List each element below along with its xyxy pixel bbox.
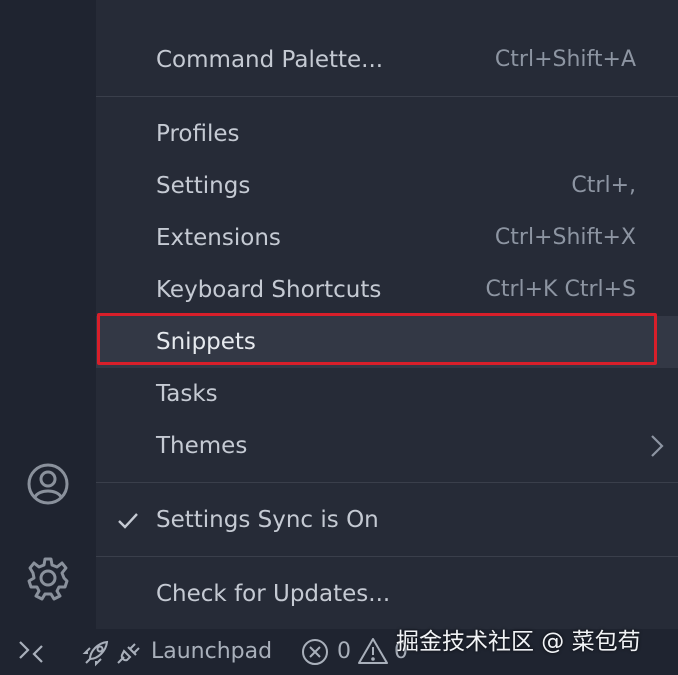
menu-item-label: Tasks	[156, 381, 218, 407]
gear-icon[interactable]	[24, 554, 72, 602]
menu-separator	[96, 556, 678, 557]
menu-item-label: Themes	[156, 433, 248, 459]
check-icon	[118, 513, 138, 529]
rocket-icon[interactable]	[82, 637, 112, 667]
menu-item-snippets[interactable]: Snippets	[96, 316, 678, 368]
menu-separator	[96, 482, 678, 483]
menu-item-label: Snippets	[156, 329, 256, 355]
menu-item-shortcut: Ctrl+Shift+X	[494, 225, 636, 250]
menu-item-keyboard-shortcuts[interactable]: Keyboard Shortcuts Ctrl+K Ctrl+S	[96, 264, 678, 316]
menu-item-label: Profiles	[156, 121, 240, 147]
vscode-window: Command Palette... Ctrl+Shift+A Profiles…	[0, 0, 678, 675]
menu-item-shortcut: Ctrl+,	[571, 173, 636, 198]
menu-item-command-palette[interactable]: Command Palette... Ctrl+Shift+A	[96, 34, 678, 86]
menu-top-strip	[96, 0, 678, 26]
remote-icon[interactable]	[14, 638, 48, 666]
launchpad-label[interactable]: Launchpad	[151, 629, 272, 675]
plug-icon[interactable]	[114, 637, 144, 667]
menu-item-profiles[interactable]: Profiles	[96, 108, 678, 160]
manage-menu: Command Palette... Ctrl+Shift+A Profiles…	[96, 0, 678, 629]
menu-item-label: Settings Sync is On	[156, 507, 379, 533]
menu-item-label: Settings	[156, 173, 251, 199]
menu-item-settings-sync[interactable]: Settings Sync is On	[96, 494, 678, 546]
menu-item-check-updates[interactable]: Check for Updates...	[96, 568, 678, 620]
menu-item-settings[interactable]: Settings Ctrl+,	[96, 160, 678, 212]
menu-separator	[96, 96, 678, 97]
chevron-right-icon	[651, 435, 664, 457]
menu-item-label: Keyboard Shortcuts	[156, 277, 382, 303]
warning-icon[interactable]	[357, 636, 389, 666]
menu-item-label: Check for Updates...	[156, 581, 391, 607]
error-count[interactable]: 0	[337, 629, 351, 675]
menu-item-shortcut: Ctrl+K Ctrl+S	[485, 277, 636, 302]
menu-item-themes[interactable]: Themes	[96, 420, 678, 472]
menu-item-shortcut: Ctrl+Shift+A	[494, 47, 636, 72]
menu-item-label: Command Palette...	[156, 47, 384, 73]
watermark: 掘金技术社区 @ 菜包苟	[396, 629, 641, 655]
activity-bar	[0, 0, 96, 629]
menu-item-label: Extensions	[156, 225, 281, 251]
error-icon[interactable]	[300, 637, 330, 667]
menu-item-extensions[interactable]: Extensions Ctrl+Shift+X	[96, 212, 678, 264]
accounts-icon[interactable]	[24, 460, 72, 508]
menu-item-tasks[interactable]: Tasks	[96, 368, 678, 420]
